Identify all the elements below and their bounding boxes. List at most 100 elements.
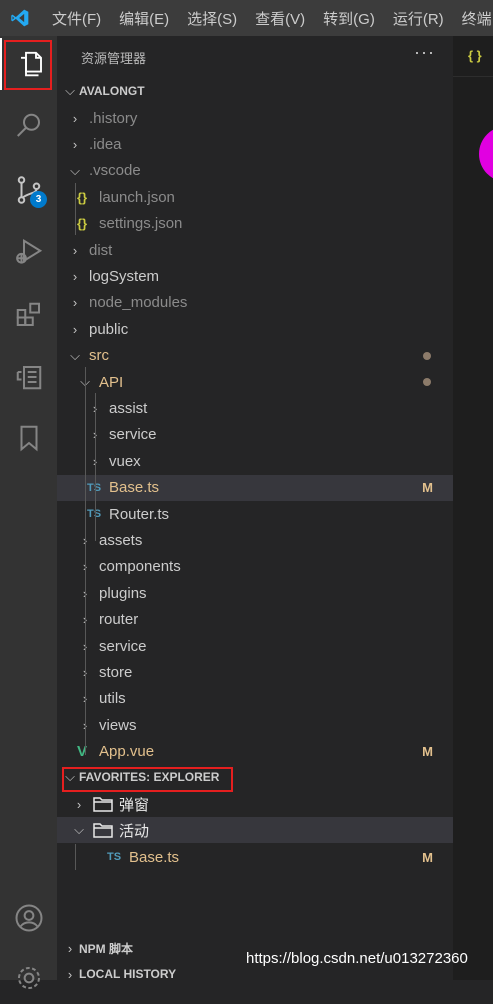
search-activity-button[interactable] [0, 100, 57, 152]
title-bar: 文件(F) 编辑(E) 选择(S) 查看(V) 转到(G) 运行(R) 终端 [0, 0, 493, 36]
source-control-activity-button[interactable] [0, 164, 57, 216]
tree-item-label: assets [99, 531, 143, 549]
menu-selection[interactable]: 选择(S) [187, 8, 237, 29]
folder-row[interactable]: ›service [57, 422, 453, 448]
chevron-right-icon: › [72, 268, 78, 284]
bookmarks-activity-button[interactable] [0, 412, 57, 464]
tree-item-label: API [99, 373, 124, 391]
favorite-item-label: 活动 [119, 822, 150, 840]
changes-count-badge: 3 [30, 191, 47, 208]
tree-item-label: dist [89, 241, 113, 259]
run-debug-activity-button[interactable] [0, 226, 57, 278]
tree-item-label: Base.ts [109, 479, 160, 497]
favorite-item-label: Base.ts [129, 848, 180, 866]
file-row[interactable]: TSBase.tsM [57, 474, 453, 501]
folder-row[interactable]: ›service [57, 633, 453, 659]
tree-item-label: .idea [89, 135, 122, 153]
bookmark-icon [20, 425, 37, 452]
tree-item-label: service [99, 637, 147, 655]
folder-row[interactable]: ⌵ src [57, 343, 453, 369]
accounts-activity-button[interactable] [0, 892, 57, 944]
chevron-right-icon: › [72, 136, 78, 152]
folder-row[interactable]: ›assist [57, 395, 453, 421]
menu-file[interactable]: 文件(F) [52, 8, 101, 29]
vscode-logo-icon [11, 9, 29, 27]
folder-row[interactable]: › dist [57, 237, 453, 263]
folder-row[interactable]: › logSystem [57, 263, 453, 289]
tree-item-label: launch.json [99, 188, 175, 206]
chevron-right-icon: › [72, 295, 78, 311]
folder-row[interactable]: ⌵ .vscode [57, 158, 453, 184]
chevron-down-icon: ⌵ [65, 83, 75, 98]
chevron-down-icon: ⌵ [74, 822, 84, 837]
file-row[interactable]: V App.vue M [57, 739, 453, 765]
git-modified-badge: M [422, 480, 433, 496]
indent-guide [75, 844, 76, 870]
menu-run[interactable]: 运行(R) [393, 8, 444, 29]
json-file-icon: {} [77, 189, 88, 205]
editor-area [453, 36, 493, 980]
folder-row[interactable]: ›router [57, 607, 453, 633]
indent-guide [85, 367, 86, 755]
tree-item-label: plugins [99, 584, 147, 602]
tree-item-label: assist [109, 399, 148, 417]
tree-item-label: store [99, 663, 133, 681]
more-actions-button[interactable]: ··· [414, 42, 435, 63]
editor-tab[interactable]: { } [453, 36, 493, 77]
folder-row[interactable]: › .history [57, 105, 453, 131]
git-modified-badge: M [422, 849, 433, 865]
chevron-right-icon: › [72, 321, 78, 337]
file-row[interactable]: {} settings.json [57, 211, 453, 237]
remote-explorer-icon [16, 366, 41, 390]
folder-row[interactable]: ›utils [57, 686, 453, 712]
extensions-activity-button[interactable] [0, 289, 57, 341]
tree-item-label: logSystem [89, 267, 160, 285]
folder-row[interactable]: ›vuex [57, 448, 453, 474]
explorer-highlight-box [4, 40, 52, 90]
tree-item-label: service [109, 426, 157, 444]
menu-terminal[interactable]: 终端 [462, 8, 492, 29]
tree-item-label: views [99, 716, 137, 734]
folder-row[interactable]: ›views [57, 712, 453, 738]
folder-row[interactable]: › public [57, 316, 453, 342]
folder-row[interactable]: ›store [57, 659, 453, 685]
file-row[interactable]: {} launch.json [57, 184, 453, 210]
favorite-folder-row[interactable]: ⌵ 活动 [57, 817, 453, 843]
magenta-shape-icon [479, 129, 493, 179]
favorite-file-row[interactable]: TS Base.ts M [57, 844, 453, 870]
chevron-right-icon: › [72, 110, 78, 126]
indent-guide [75, 183, 76, 235]
favorite-item-label: 弹窗 [119, 796, 150, 814]
activity-bar: 3 [0, 36, 57, 989]
explorer-title: 资源管理器 [81, 51, 147, 66]
tree-item-label: public [89, 320, 129, 338]
workspace-name: AVALONGT [79, 84, 145, 98]
favorite-folder-row[interactable]: › 弹窗 [57, 791, 453, 817]
folder-icon [93, 797, 113, 812]
remote-explorer-activity-button[interactable] [0, 351, 57, 403]
folder-row[interactable]: ›components [57, 554, 453, 580]
tree-item-label: node_modules [89, 294, 188, 312]
npm-scripts-title: NPM 脚本 [79, 941, 134, 956]
menu-view[interactable]: 查看(V) [255, 8, 305, 29]
chevron-down-icon: ⌵ [70, 162, 80, 178]
chevron-right-icon: › [72, 242, 78, 258]
file-row[interactable]: TSRouter.ts [57, 501, 453, 527]
folder-row[interactable]: ›assets [57, 527, 453, 553]
folder-row[interactable]: › .idea [57, 131, 453, 157]
folder-row[interactable]: ›plugins [57, 580, 453, 606]
manage-activity-button[interactable] [0, 952, 57, 1004]
tree-item-label: settings.json [99, 215, 183, 233]
folder-row[interactable]: ⌵API [57, 369, 453, 395]
run-debug-icon [15, 238, 42, 264]
tree-item-label: Router.ts [109, 505, 170, 523]
workspace-section-header[interactable]: ⌵ AVALONGT [57, 79, 453, 103]
tree-item-label: utils [99, 690, 126, 708]
json-file-icon: { } [468, 48, 482, 63]
folder-row[interactable]: › node_modules [57, 290, 453, 316]
chevron-right-icon: › [76, 796, 82, 812]
explorer-sidebar: 资源管理器 ··· ⌵ AVALONGT › .history › .idea ⌵ .vs… [57, 36, 453, 982]
menu-edit[interactable]: 编辑(E) [119, 8, 169, 29]
gear-icon [17, 967, 40, 989]
menu-go[interactable]: 转到(G) [323, 8, 375, 29]
